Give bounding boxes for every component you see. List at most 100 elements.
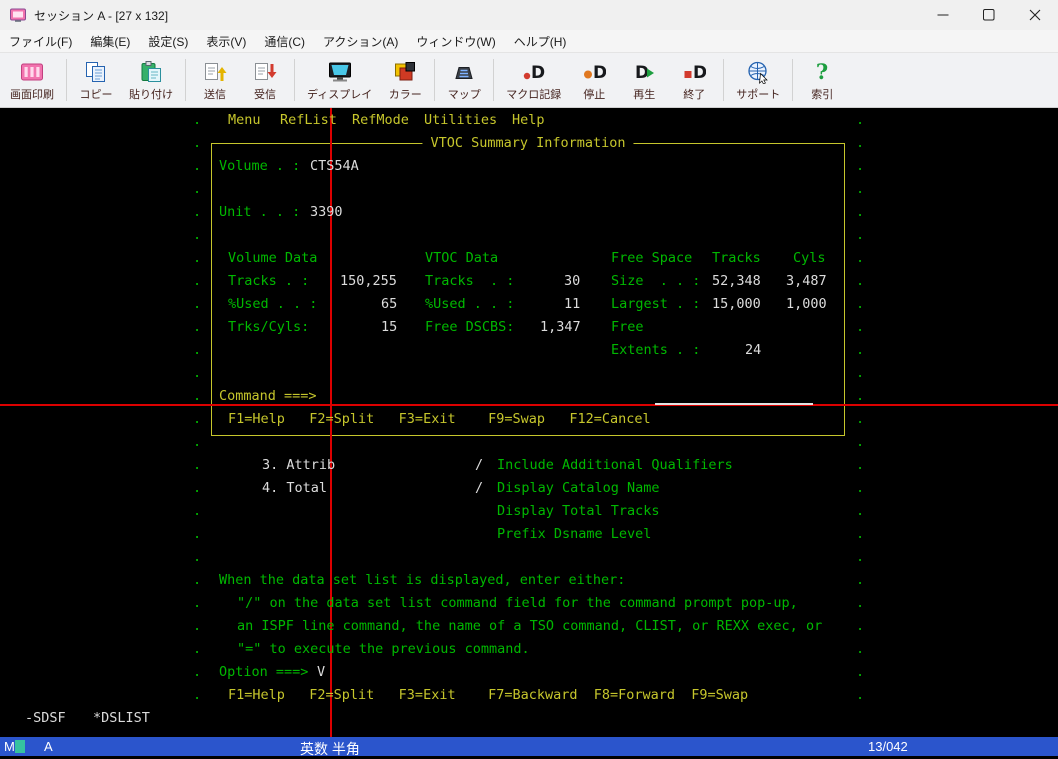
terminal-screen[interactable]: VTOC Summary Information Menu RefList RefM… <box>0 108 1058 737</box>
toolbar-button-label: 画面印刷 <box>10 88 54 101</box>
terminal-text: Utilities <box>424 112 498 128</box>
margin-dot: . <box>856 112 865 128</box>
toolbar-button-receive[interactable]: 受信 <box>240 58 290 103</box>
margin-dot: . <box>193 503 202 519</box>
stop-icon: D <box>582 60 606 84</box>
oia-cursor-position: 13/042 <box>868 739 908 754</box>
command-input-field[interactable] <box>655 403 813 405</box>
terminal-text: Free <box>611 319 644 335</box>
close-button[interactable] <box>1012 0 1058 30</box>
toolbar-button-exit[interactable]: D 終了 <box>669 58 719 103</box>
toolbar-separator <box>792 59 794 101</box>
margin-dot: . <box>856 411 865 427</box>
terminal-text: 3. Attrib <box>262 457 336 473</box>
terminal-text: Tracks . : <box>425 273 515 289</box>
oia-input-mode: 英数 半角 <box>300 741 360 757</box>
terminal-text: 3390 <box>310 204 343 220</box>
toolbar-button-index[interactable]: ? 索引 <box>797 58 847 103</box>
margin-dot: . <box>193 365 202 381</box>
margin-dot: . <box>856 273 865 289</box>
minimize-button[interactable] <box>920 0 966 30</box>
toolbar-button-stop[interactable]: D 停止 <box>569 58 619 103</box>
terminal-text: *DSLIST <box>93 710 150 726</box>
toolbar-button-send[interactable]: 送信 <box>190 58 240 103</box>
menu-item-file[interactable]: ファイル(F) <box>0 30 81 53</box>
terminal-text: VTOC Data <box>425 250 499 266</box>
terminal-text: Display Total Tracks <box>497 503 660 519</box>
toolbar-button-label: カラー <box>388 88 422 101</box>
margin-dot: . <box>856 434 865 450</box>
terminal-text: an ISPF line command, the name of a TSO … <box>237 618 823 634</box>
margin-dot: . <box>193 250 202 266</box>
terminal-text: 11 <box>564 296 581 312</box>
terminal-text: RefList <box>280 112 337 128</box>
menu-item-communication[interactable]: 通信(C) <box>255 30 314 53</box>
terminal-text: Largest . : <box>611 296 701 312</box>
margin-dot: . <box>193 549 202 565</box>
terminal-text: 30 <box>564 273 581 289</box>
toolbar-separator <box>294 59 295 101</box>
exit-icon: D <box>682 60 706 84</box>
margin-dot: . <box>856 664 865 680</box>
maximize-button[interactable] <box>966 0 1012 30</box>
toolbar-button-map[interactable]: マップ <box>439 58 489 103</box>
margin-dot: . <box>193 434 202 450</box>
margin-dot: . <box>856 342 865 358</box>
terminal-text: Volume . : <box>219 158 301 174</box>
margin-dot: . <box>856 618 865 634</box>
toolbar-button-paste[interactable]: 貼り付け <box>121 58 181 103</box>
terminal-text: 1,347 <box>540 319 581 335</box>
toolbar-button-play[interactable]: D 再生 <box>619 58 669 103</box>
margin-dot: . <box>193 618 202 634</box>
menu-item-edit[interactable]: 編集(E) <box>81 30 139 53</box>
terminal-text: When the data set list is displayed, ent… <box>219 572 626 588</box>
menu-bar: ファイル(F) 編集(E) 設定(S) 表示(V) 通信(C) アクション(A) ウィンドウ… <box>0 30 1058 53</box>
svg-text:D: D <box>693 63 706 83</box>
menu-item-help[interactable]: ヘルプ(H) <box>505 30 576 53</box>
toolbar-button-label: 再生 <box>633 88 656 101</box>
map-icon <box>452 60 476 84</box>
menu-item-actions[interactable]: アクション(A) <box>314 30 407 53</box>
toolbar-button-color[interactable]: カラー <box>380 58 430 103</box>
toolbar-separator <box>185 59 186 101</box>
toolbar-button-label: 停止 <box>583 88 606 101</box>
margin-dot: . <box>193 227 202 243</box>
macro-record-icon: D <box>522 60 546 84</box>
terminal-text: Tracks . : <box>228 273 310 289</box>
terminal-text: CTS54A <box>310 158 359 174</box>
toolbar-button-label: ディスプレイ <box>307 88 373 101</box>
print-screen-icon <box>20 60 44 84</box>
terminal-text: Trks/Cyls: <box>228 319 310 335</box>
margin-dot: . <box>193 112 202 128</box>
margin-dot: . <box>193 526 202 542</box>
toolbar-button-label: マップ <box>447 88 481 101</box>
toolbar-button-copy[interactable]: コピー <box>71 58 121 103</box>
margin-dot: . <box>193 388 202 404</box>
popup-title: VTOC Summary Information <box>422 135 634 151</box>
terminal-text: Tracks <box>712 250 761 266</box>
margin-dot: . <box>193 158 202 174</box>
operator-information-area: M A 英数 半角 13/042 <box>0 737 1058 757</box>
menu-item-window[interactable]: ウィンドウ(W) <box>407 30 504 53</box>
menu-item-settings[interactable]: 設定(S) <box>139 30 197 53</box>
svg-text:?: ? <box>816 60 828 84</box>
receive-icon <box>253 60 277 84</box>
margin-dot: . <box>193 296 202 312</box>
toolbar-button-display[interactable]: ディスプレイ <box>299 58 380 103</box>
margin-dot: . <box>856 227 865 243</box>
menu-item-view[interactable]: 表示(V) <box>197 30 255 53</box>
terminal-text: 150,255 <box>340 273 397 289</box>
toolbar-button-print-screen[interactable]: 画面印刷 <box>2 58 62 103</box>
play-icon: D <box>632 60 656 84</box>
margin-dot: . <box>193 319 202 335</box>
margin-dot: . <box>856 572 865 588</box>
terminal-text: Extents . : <box>611 342 701 358</box>
terminal-text: Display Catalog Name <box>497 480 660 496</box>
terminal-text: Help <box>512 112 545 128</box>
margin-dot: . <box>856 158 865 174</box>
terminal-text: Command ===> <box>219 388 317 404</box>
toolbar-button-support[interactable]: サポート <box>728 58 788 103</box>
terminal-text: RefMode <box>352 112 409 128</box>
toolbar-button-macro-record[interactable]: D マクロ記録 <box>498 58 569 103</box>
paste-icon <box>139 60 163 84</box>
